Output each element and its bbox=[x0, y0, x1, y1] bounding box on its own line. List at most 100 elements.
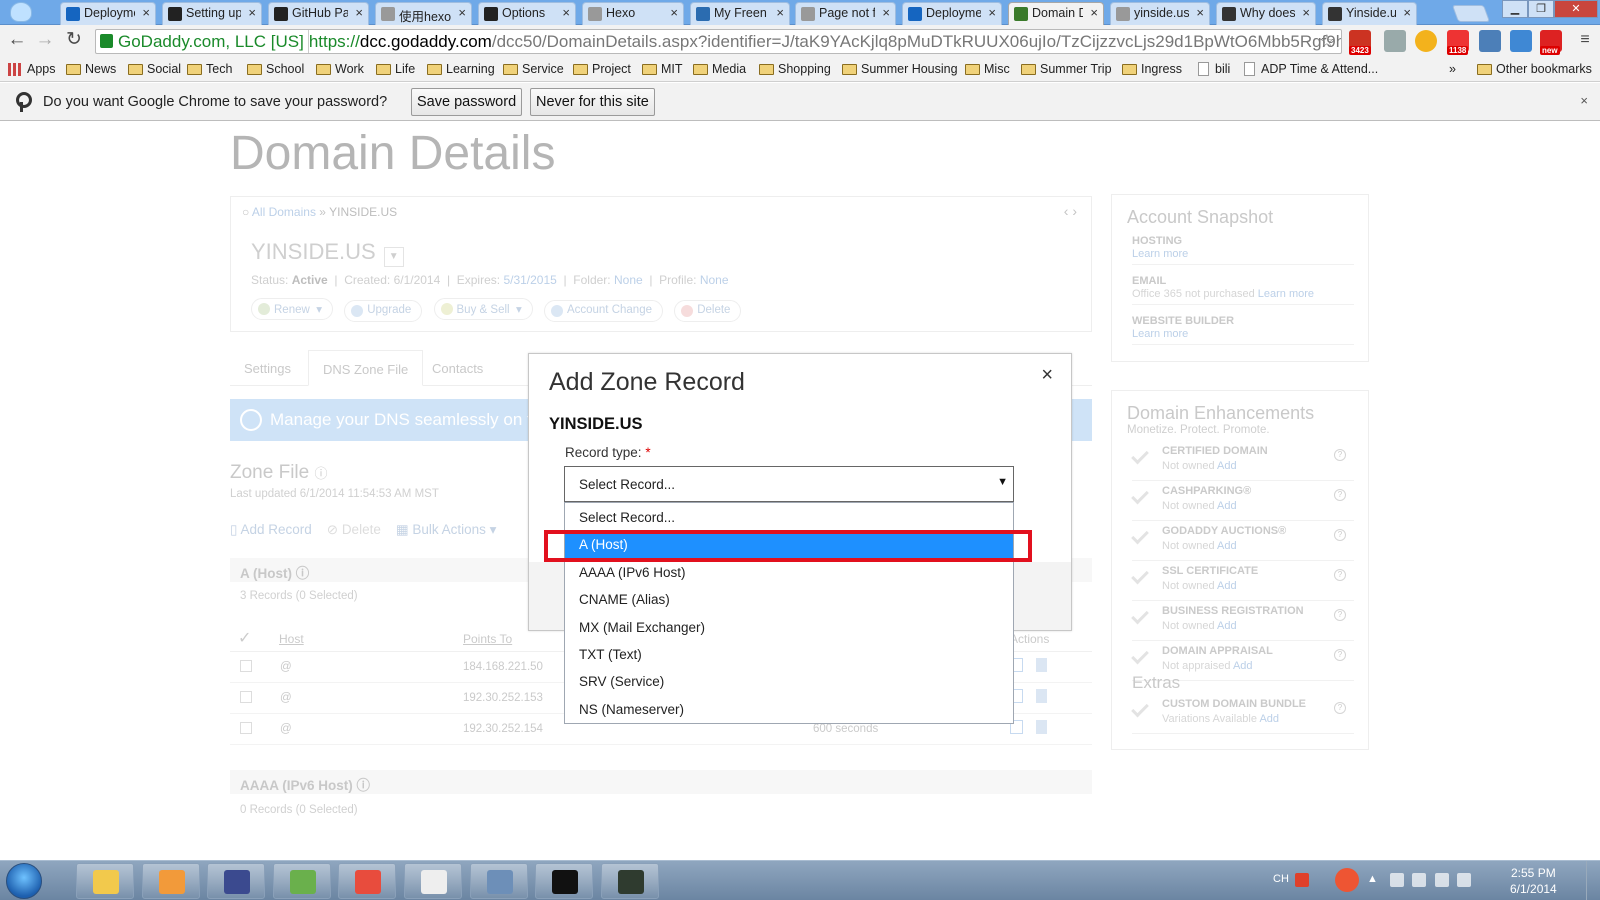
taskbar-network-app[interactable] bbox=[469, 863, 528, 899]
record-option-srv-service[interactable]: SRV (Service) bbox=[565, 668, 1013, 695]
tab-close-icon[interactable]: × bbox=[1302, 5, 1310, 20]
infobar-close-icon[interactable]: × bbox=[1580, 93, 1588, 108]
gmail-extension-icon[interactable]: 1138 bbox=[1447, 30, 1469, 55]
bookmark-mit[interactable]: MIT bbox=[642, 62, 683, 76]
bookmark-shopping[interactable]: Shopping bbox=[759, 62, 831, 76]
bookmark-social[interactable]: Social bbox=[128, 62, 181, 76]
close-icon[interactable]: × bbox=[1041, 364, 1053, 387]
security-tray-icon[interactable] bbox=[1335, 868, 1359, 892]
help-icon[interactable]: ? bbox=[1334, 489, 1346, 501]
input-language-indicator[interactable]: CH bbox=[1273, 873, 1289, 885]
tab-close-icon[interactable]: × bbox=[248, 5, 256, 20]
trash-icon[interactable] bbox=[1036, 720, 1047, 734]
taskbar-terminal-app[interactable] bbox=[600, 863, 659, 899]
tab-close-icon[interactable]: × bbox=[1196, 5, 1204, 20]
buy-sell-button[interactable]: Buy & Sell ▾ bbox=[433, 298, 533, 320]
record-type-select[interactable]: Select Record... ▼ bbox=[564, 466, 1014, 502]
account-change-button[interactable]: Account Change bbox=[543, 300, 663, 322]
help-icon[interactable]: ? bbox=[1334, 609, 1346, 621]
help-icon[interactable]: ? bbox=[1334, 649, 1346, 661]
tab-close-icon[interactable]: × bbox=[1403, 5, 1411, 20]
bookmark-life[interactable]: Life bbox=[376, 62, 415, 76]
address-bar[interactable]: GoDaddy.com, LLC [US] https://dcc.godaddy… bbox=[95, 29, 1342, 54]
check-extension-icon[interactable] bbox=[1415, 30, 1437, 52]
tab-yinside-us[interactable]: yinside.us × bbox=[1110, 2, 1210, 25]
browser-extension-icon[interactable] bbox=[1510, 30, 1532, 52]
tab-setting-up[interactable]: Setting up × bbox=[162, 2, 262, 25]
back-arrow-icon[interactable]: ← bbox=[6, 30, 28, 51]
bookmarks-overflow-button[interactable]: » bbox=[1449, 62, 1456, 76]
row-checkbox[interactable] bbox=[240, 660, 252, 672]
select-all-check-icon[interactable]: ✓ bbox=[238, 628, 251, 648]
help-icon[interactable]: ? bbox=[1334, 702, 1346, 714]
taskbar-cmd[interactable] bbox=[535, 863, 594, 899]
minimize-button[interactable]: ▁ bbox=[1502, 0, 1528, 18]
learn-more-link[interactable]: Learn more bbox=[1258, 288, 1314, 300]
help-icon[interactable]: ? bbox=[1334, 569, 1346, 581]
add-link[interactable]: Add bbox=[1233, 660, 1253, 672]
volume-icon[interactable] bbox=[1457, 873, 1471, 887]
help-icon[interactable]: ? bbox=[1334, 529, 1346, 541]
add-link[interactable]: Add bbox=[1217, 500, 1237, 512]
tab-my-freen[interactable]: My Freen × bbox=[690, 2, 790, 25]
tab-close-icon[interactable]: × bbox=[1090, 5, 1098, 20]
bookmark-service[interactable]: Service bbox=[503, 62, 564, 76]
tab-domain-d[interactable]: Domain D × bbox=[1008, 2, 1104, 26]
bookmark-adp-time-attend-[interactable]: ADP Time & Attend... bbox=[1242, 62, 1378, 76]
bookmark-work[interactable]: Work bbox=[316, 62, 364, 76]
host-column-header[interactable]: Host bbox=[279, 632, 304, 646]
never-for-this-site-button[interactable]: Never for this site bbox=[530, 88, 655, 116]
tab-close-icon[interactable]: × bbox=[988, 5, 996, 20]
other-bookmarks-folder[interactable]: Other bookmarks bbox=[1477, 62, 1592, 76]
record-option-select-record[interactable]: Select Record... bbox=[565, 504, 1013, 531]
download-extension-icon[interactable]: new bbox=[1540, 30, 1562, 55]
add-link[interactable]: Add bbox=[1259, 713, 1279, 725]
tab-close-icon[interactable]: × bbox=[882, 5, 890, 20]
record-option-ns-nameserver[interactable]: NS (Nameserver) bbox=[565, 696, 1013, 723]
record-option-cname-alias[interactable]: CNAME (Alias) bbox=[565, 586, 1013, 613]
tab-close-icon[interactable]: × bbox=[458, 5, 466, 20]
trash-icon[interactable] bbox=[1036, 658, 1047, 672]
add-record-button[interactable]: ▯ Add Record bbox=[230, 522, 312, 537]
bookmark-summer-housing[interactable]: Summer Housing bbox=[842, 62, 958, 76]
prev-next-arrows[interactable]: ‹ › bbox=[1064, 203, 1077, 219]
row-checkbox[interactable] bbox=[240, 691, 252, 703]
record-option-aaaa-ipv6-host[interactable]: AAAA (IPv6 Host) bbox=[565, 559, 1013, 586]
learn-more-link[interactable]: Learn more bbox=[1132, 248, 1188, 260]
bookmark-star-icon[interactable]: ☆ bbox=[1319, 30, 1335, 53]
record-option-txt-text[interactable]: TXT (Text) bbox=[565, 641, 1013, 668]
battery-icon[interactable] bbox=[1435, 873, 1449, 887]
bulk-actions-button[interactable]: ▦ Bulk Actions ▾ bbox=[396, 522, 497, 537]
chrome-menu-icon[interactable]: ≡ bbox=[1574, 31, 1596, 51]
system-clock[interactable]: 2:55 PM 6/1/2014 bbox=[1510, 865, 1557, 897]
mail-extension-icon[interactable]: 3423 bbox=[1349, 30, 1371, 55]
tab-dns-zone-file[interactable]: DNS Zone File bbox=[308, 350, 424, 386]
tab-hexo[interactable]: Hexo × bbox=[582, 2, 684, 25]
tab-settings[interactable]: Settings bbox=[230, 350, 305, 386]
record-option-mx-mail-exchanger[interactable]: MX (Mail Exchanger) bbox=[565, 614, 1013, 641]
tab-deployme[interactable]: Deployme × bbox=[902, 2, 1002, 25]
bookmark-media[interactable]: Media bbox=[693, 62, 746, 76]
refresh-icon[interactable]: ○ bbox=[242, 205, 249, 219]
bookmark-learning[interactable]: Learning bbox=[427, 62, 495, 76]
taskbar-alien-app[interactable] bbox=[404, 863, 462, 899]
translate-extension-icon[interactable] bbox=[1384, 30, 1406, 52]
save-password-button[interactable]: Save password bbox=[411, 88, 523, 116]
help-icon[interactable]: ? bbox=[1334, 449, 1346, 461]
add-link[interactable]: Add bbox=[1217, 620, 1237, 632]
sogou-ime-icon[interactable] bbox=[1295, 873, 1309, 887]
ev-certificate-label[interactable]: GoDaddy.com, LLC [US] bbox=[96, 30, 309, 53]
tab-close-icon[interactable]: × bbox=[142, 5, 150, 20]
domain-dropdown-icon[interactable]: ▼ bbox=[383, 247, 404, 267]
maximize-button[interactable]: ❐ bbox=[1528, 0, 1554, 18]
bookmark-apps[interactable]: Apps bbox=[8, 62, 56, 76]
add-link[interactable]: Add bbox=[1217, 580, 1237, 592]
tab-yinside-us[interactable]: Yinside.us × bbox=[1322, 2, 1417, 25]
tab-deployme[interactable]: Deployme × bbox=[60, 2, 156, 25]
delete-record-button[interactable]: ⊘ Delete bbox=[327, 522, 381, 537]
renew-button[interactable]: Renew ▾ bbox=[251, 298, 333, 320]
upgrade-button[interactable]: Upgrade bbox=[344, 300, 423, 322]
row-checkbox[interactable] bbox=[240, 722, 252, 734]
add-link[interactable]: Add bbox=[1217, 540, 1237, 552]
bookmark-news[interactable]: News bbox=[66, 62, 116, 76]
